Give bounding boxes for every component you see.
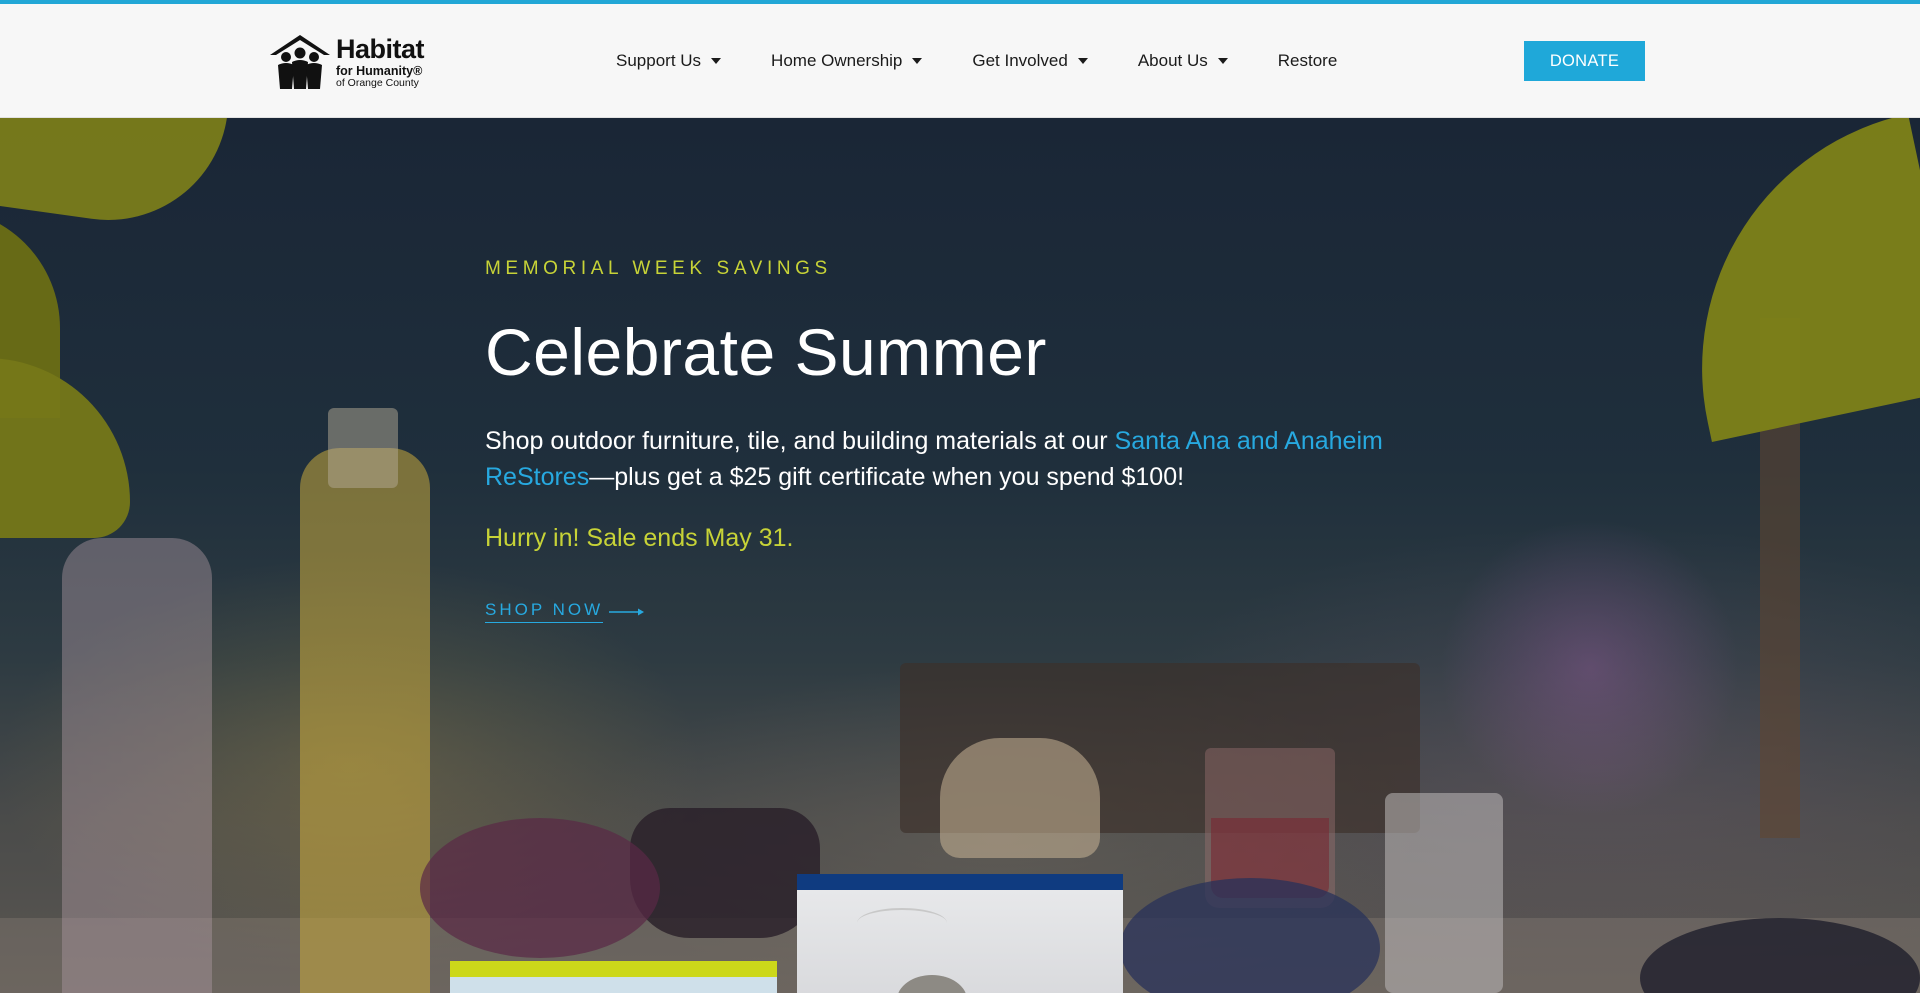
flowers-decor <box>1440 518 1740 818</box>
nav-item-label: Get Involved <box>972 51 1068 70</box>
habitat-house-people-icon <box>270 35 330 89</box>
shop-now-label: SHOP NOW <box>485 600 604 623</box>
bottle-decor <box>62 538 212 993</box>
hero-title: Celebrate Summer <box>485 315 1047 389</box>
nav-item-home-ownership[interactable]: Home Ownership <box>771 51 923 71</box>
candle-decor <box>1385 793 1503 993</box>
ceiling-fan-decor <box>857 908 947 938</box>
logo-line-1: Habitat <box>336 33 425 64</box>
caret-down-icon <box>711 58 722 64</box>
caret-down-icon <box>912 58 923 64</box>
hero-banner: MEMORIAL WEEK SAVINGS Celebrate Summer S… <box>0 118 1920 993</box>
bottle-decor <box>300 408 430 993</box>
caret-down-icon <box>1217 58 1228 64</box>
nav-item-about-us[interactable]: About Us <box>1138 51 1228 71</box>
pitcher-decor <box>630 808 820 938</box>
nav-item-support-us[interactable]: Support Us <box>616 51 722 71</box>
card-image <box>450 977 777 993</box>
berries-decor <box>420 818 660 958</box>
pastry-decor <box>940 738 1100 858</box>
berries-decor <box>1120 878 1380 993</box>
card-image <box>797 890 1123 993</box>
logo-line-2: for Humanity® <box>336 63 423 78</box>
arrow-right-icon <box>609 608 645 615</box>
hero-sale-notice: Hurry in! Sale ends May 31. <box>485 524 794 552</box>
nav-item-restore[interactable]: Restore <box>1278 51 1338 71</box>
hero-desc-text: Shop outdoor furniture, tile, and buildi… <box>485 427 1115 455</box>
logo-wordmark: Habitat for Humanity® of Orange County <box>336 33 425 89</box>
nav-item-get-involved[interactable]: Get Involved <box>972 51 1088 71</box>
habitat-logo[interactable]: Habitat for Humanity® of Orange County <box>268 26 428 98</box>
promo-card-lime[interactable] <box>450 961 777 993</box>
donate-button[interactable]: DONATE <box>1524 41 1645 81</box>
nav-item-label: About Us <box>1137 51 1208 70</box>
hero-eyebrow: MEMORIAL WEEK SAVINGS <box>485 258 832 279</box>
promo-card-navy[interactable] <box>797 874 1123 993</box>
site-header: Habitat for Humanity® of Orange County S… <box>0 4 1920 118</box>
hero-desc-text: —plus get a $25 gift certificate when yo… <box>589 463 1185 491</box>
logo-line-3: of Orange County <box>336 77 419 89</box>
palm-leaf-decor <box>0 358 130 538</box>
palm-leaf-decor <box>0 118 228 236</box>
hero-description: Shop outdoor furniture, tile, and buildi… <box>485 423 1445 495</box>
nav-item-label: Home Ownership <box>771 51 903 70</box>
shop-now-link[interactable]: SHOP NOW <box>485 600 645 623</box>
nav-item-label: Restore <box>1277 51 1338 70</box>
palm-leaf-decor <box>1653 118 1920 442</box>
main-nav: Support Us Home Ownership Get Involved A… <box>616 4 1337 118</box>
nav-item-label: Support Us <box>616 51 702 70</box>
caret-down-icon <box>1077 58 1088 64</box>
person-decor <box>897 975 967 993</box>
